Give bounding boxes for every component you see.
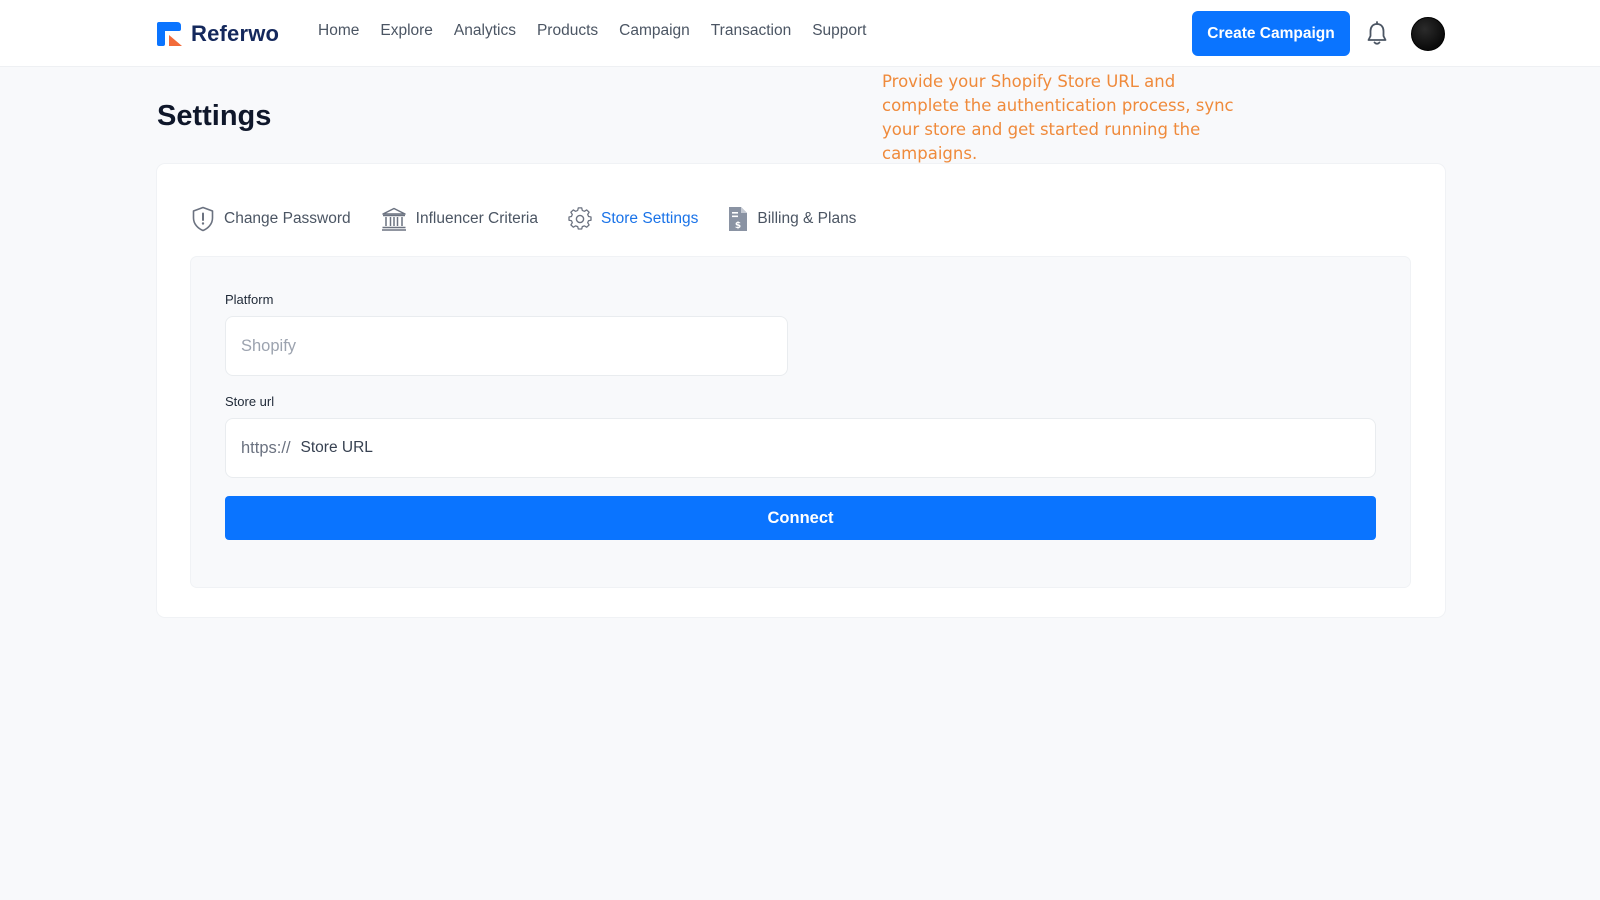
logo[interactable]: Referwo [157, 21, 279, 47]
platform-field[interactable] [225, 316, 788, 376]
invoice-dollar-icon: $ [729, 207, 748, 231]
nav-products[interactable]: Products [537, 22, 598, 40]
tab-label: Store Settings [601, 210, 699, 227]
platform-input[interactable] [241, 336, 787, 356]
bank-building-icon [381, 207, 406, 231]
gear-icon [568, 207, 592, 230]
top-navigation-bar: Referwo Home Explore Analytics Products … [0, 0, 1600, 67]
nav-support[interactable]: Support [812, 22, 866, 40]
store-settings-panel: Platform Store url https:// Connect [191, 257, 1410, 587]
nav-analytics[interactable]: Analytics [454, 22, 516, 40]
create-campaign-button[interactable]: Create Campaign [1192, 11, 1350, 56]
tab-label: Change Password [224, 210, 351, 227]
tab-label: Billing & Plans [757, 210, 857, 227]
page-title: Settings [157, 100, 272, 132]
svg-text:$: $ [735, 221, 741, 231]
settings-card: Change Password Influencer Criteria Stor… [157, 164, 1445, 617]
connect-button[interactable]: Connect [225, 496, 1376, 540]
guide-annotation: Provide your Shopify Store URL and compl… [882, 72, 1234, 163]
referwo-logo-icon [157, 22, 182, 46]
brand-name: Referwo [191, 21, 280, 46]
nav-transaction[interactable]: Transaction [711, 22, 791, 40]
nav-campaign[interactable]: Campaign [619, 22, 690, 40]
tab-store-settings[interactable]: Store Settings [568, 206, 698, 232]
tab-influencer-criteria[interactable]: Influencer Criteria [381, 206, 538, 232]
shield-alert-icon [192, 206, 214, 232]
tab-label: Influencer Criteria [415, 210, 538, 227]
settings-tabs: Change Password Influencer Criteria Stor… [191, 206, 856, 232]
url-prefix: https:// [241, 438, 291, 457]
platform-label: Platform [225, 292, 274, 307]
user-avatar[interactable] [1411, 17, 1445, 51]
store-url-field[interactable]: https:// [225, 418, 1376, 478]
tab-billing-plans[interactable]: $ Billing & Plans [728, 206, 856, 232]
nav-home[interactable]: Home [318, 22, 359, 40]
store-url-label: Store url [225, 394, 275, 409]
nav-explore[interactable]: Explore [380, 22, 433, 40]
bell-icon[interactable] [1366, 21, 1388, 47]
main-nav: Home Explore Analytics Products Campaign… [318, 22, 866, 40]
tab-change-password[interactable]: Change Password [191, 206, 351, 232]
store-url-input[interactable] [300, 439, 1375, 457]
